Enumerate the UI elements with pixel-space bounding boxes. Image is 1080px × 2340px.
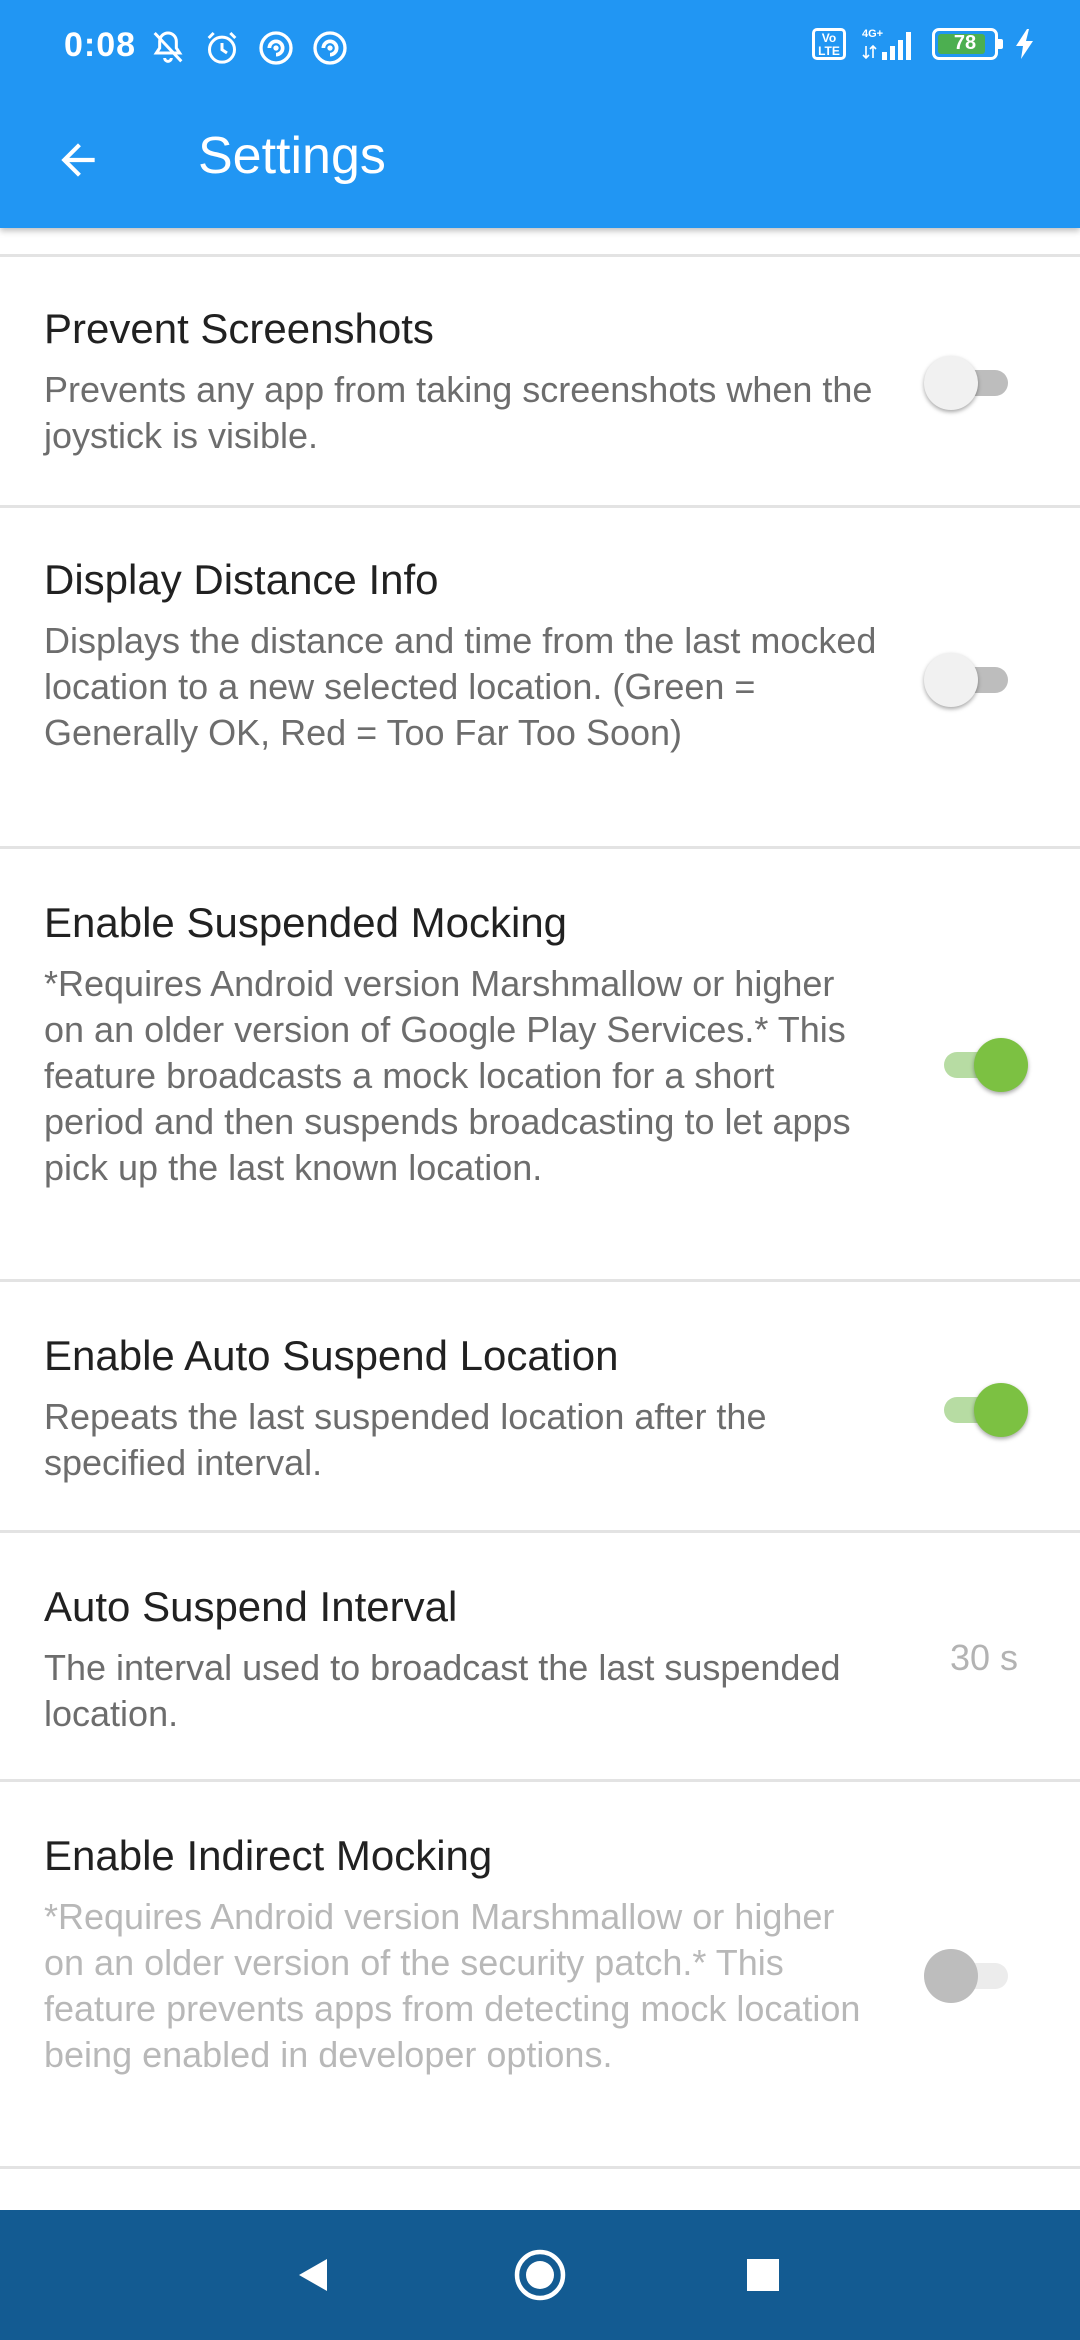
setting-enable-suspended-mocking[interactable]: Enable Suspended Mocking *Requires Andro… (0, 849, 1080, 1279)
back-triangle-icon (299, 2259, 327, 2291)
auto-suspend-interval-value: 30 s (949, 1637, 1018, 1678)
battery-icon: 78 (932, 28, 1003, 60)
setting-summary: Prevents any app from taking screenshots… (44, 369, 873, 456)
top-bar: 0:08 Vo LTE 4G+ 78 Settings (0, 0, 1080, 228)
enable-auto-suspend-location-switch[interactable] (928, 1380, 1028, 1440)
signal-icon: 4G+ (862, 28, 911, 60)
switch-thumb (924, 1949, 978, 2003)
status-clock: 0:08 (64, 26, 137, 64)
switch-thumb (924, 653, 978, 707)
setting-title: Prevent Screenshots (44, 305, 434, 352)
status-icons-left (148, 28, 350, 68)
screen: 0:08 Vo LTE 4G+ 78 Settings Prevent Scre… (0, 0, 1080, 2340)
status-icons-right: Vo LTE 4G+ 78 (812, 26, 1038, 62)
navigation-bar (0, 2210, 1080, 2340)
app-notification-icon (259, 31, 293, 65)
alarm-icon (207, 31, 237, 64)
network-type-label: 4G+ (862, 28, 883, 40)
display-distance-info-switch[interactable] (924, 650, 1024, 710)
setting-summary: Repeats the last suspended location afte… (44, 1396, 767, 1483)
switch-thumb (974, 1383, 1028, 1437)
setting-enable-indirect-mocking: Enable Indirect Mocking *Requires Androi… (0, 1782, 1080, 2166)
home-circle-icon (514, 2249, 566, 2301)
setting-title: Auto Suspend Interval (44, 1583, 458, 1630)
enable-suspended-mocking-switch[interactable] (928, 1035, 1028, 1095)
setting-display-distance-info[interactable]: Display Distance Info Displays the dista… (0, 508, 1080, 846)
nav-home-button[interactable] (505, 2240, 575, 2310)
battery-level: 78 (953, 32, 977, 54)
setting-enable-auto-suspend-location[interactable]: Enable Auto Suspend Location Repeats the… (0, 1282, 1080, 1530)
back-button[interactable] (38, 120, 118, 200)
notifications-muted-icon (153, 31, 183, 63)
settings-list: Prevent Screenshots Prevents any app fro… (0, 228, 1080, 2169)
setting-title: Enable Suspended Mocking (44, 899, 568, 946)
nav-back-button[interactable] (278, 2240, 348, 2310)
setting-summary: *Requires Android version Marshmallow or… (44, 1896, 861, 2075)
setting-prevent-screenshots[interactable]: Prevent Screenshots Prevents any app fro… (0, 257, 1080, 505)
page-title: Settings (198, 127, 386, 185)
setting-title: Enable Auto Suspend Location (44, 1332, 619, 1379)
arrow-back-icon (61, 143, 95, 177)
status-bar: 0:08 Vo LTE 4G+ 78 (0, 0, 1080, 96)
setting-summary: The interval used to broadcast the last … (44, 1647, 841, 1734)
prevent-screenshots-switch[interactable] (924, 353, 1024, 413)
battery-tip (998, 39, 1003, 49)
switch-thumb (974, 1038, 1028, 1092)
setting-summary: *Requires Android version Marshmallow or… (44, 963, 851, 1188)
nav-recents-button[interactable] (728, 2240, 798, 2310)
app-notification-icon (313, 31, 347, 65)
setting-summary: Displays the distance and time from the … (44, 620, 877, 753)
enable-indirect-mocking-switch (924, 1946, 1024, 2006)
setting-title: Display Distance Info (44, 556, 439, 603)
setting-auto-suspend-interval[interactable]: Auto Suspend Interval The interval used … (0, 1533, 1080, 1779)
divider (0, 2166, 1080, 2169)
app-bar: Settings (0, 96, 1080, 228)
recents-square-icon (747, 2259, 779, 2291)
volte-icon: Vo LTE (812, 28, 846, 60)
charging-bolt-icon (1016, 29, 1033, 59)
switch-thumb (924, 356, 978, 410)
setting-title: Enable Indirect Mocking (44, 1832, 493, 1879)
